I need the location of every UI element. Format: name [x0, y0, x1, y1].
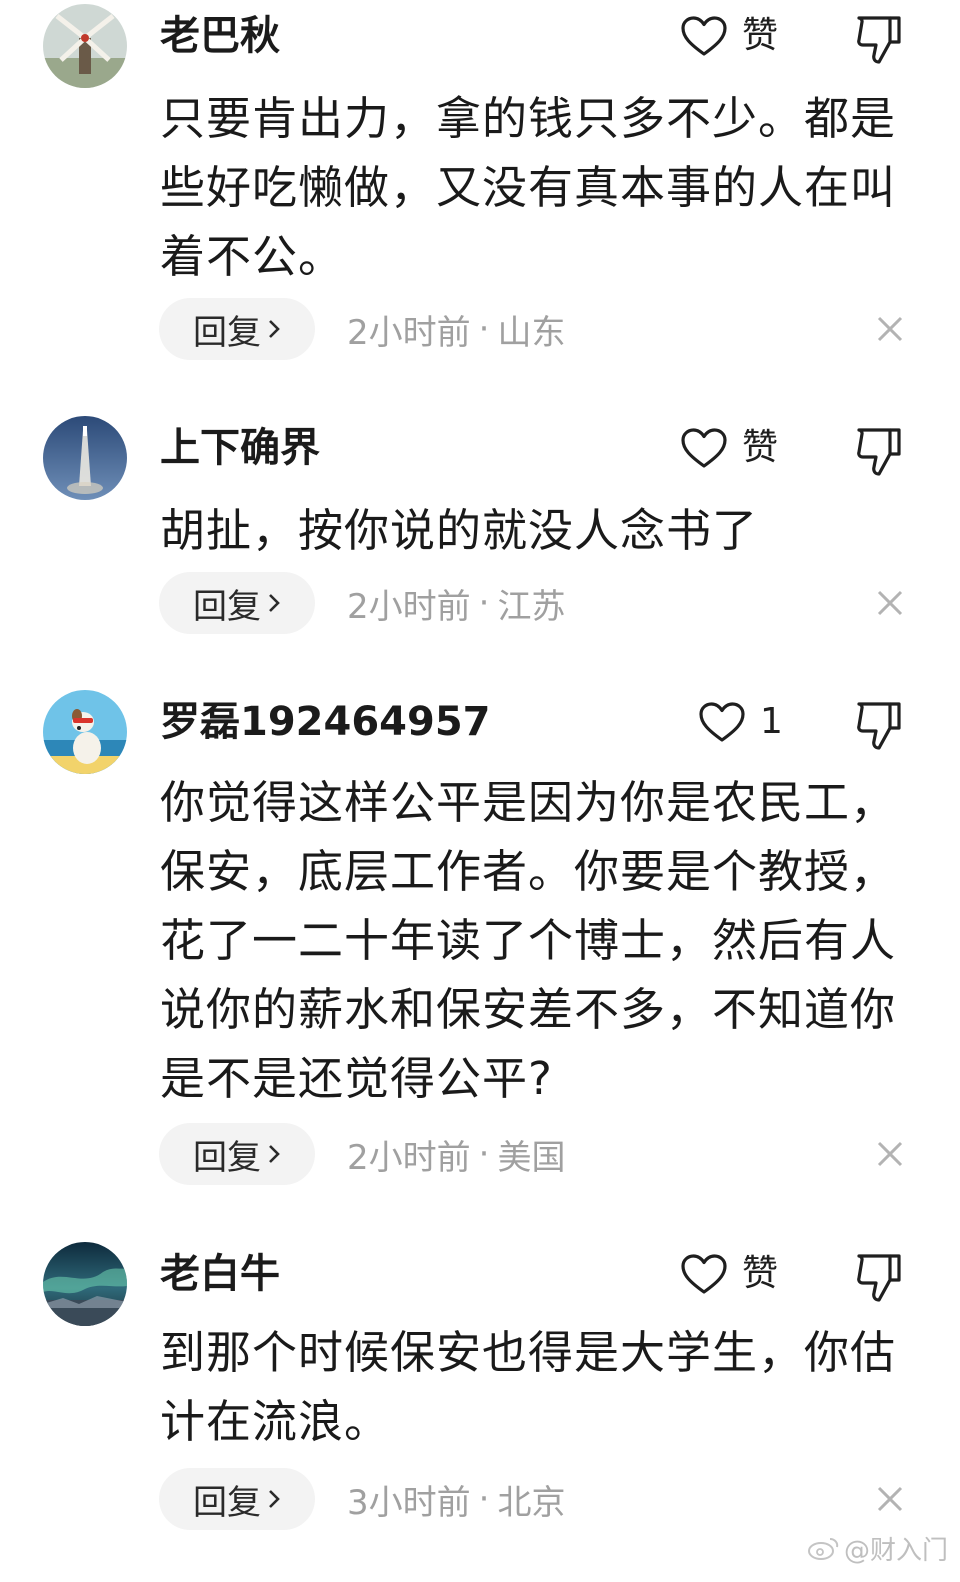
dislike-button[interactable] — [854, 424, 904, 478]
aurora-avatar-image — [43, 1242, 127, 1326]
avatar[interactable] — [43, 1242, 127, 1326]
reply-label: 回复 — [193, 312, 261, 353]
comment-location: 北京 — [497, 1482, 566, 1523]
thumbs-down-icon — [857, 428, 901, 476]
comment-footer: 回复 2小时前 · 山东 — [159, 298, 904, 360]
thumbs-down-icon — [857, 1254, 901, 1302]
chevron-right-icon — [269, 594, 280, 612]
comment-footer: 回复 2小时前 · 江苏 — [159, 572, 904, 634]
dislike-button[interactable] — [854, 698, 904, 752]
thumbs-down-icon — [857, 16, 901, 64]
like-button[interactable]: 1 — [698, 690, 783, 754]
dislike-button[interactable] — [854, 1250, 904, 1304]
comment-text: 胡扯，按你说的就没人念书了 — [160, 504, 759, 557]
meta-separator: · — [478, 309, 490, 349]
username[interactable]: 老巴秋 — [160, 8, 280, 64]
comment-location: 山东 — [497, 312, 566, 353]
comment-item: 老白牛 赞 到那个时候保安也得是大学生，你估计在流浪。 回复 3小时前 · 北京 — [0, 1242, 960, 1542]
username[interactable]: 老白牛 — [160, 1246, 280, 1302]
username[interactable]: 上下确界 — [160, 420, 320, 476]
meta-separator: · — [478, 583, 490, 623]
close-icon[interactable] — [875, 1484, 905, 1514]
dislike-button[interactable] — [854, 12, 904, 66]
chevron-right-icon — [269, 1145, 280, 1163]
meta-separator: · — [478, 1134, 490, 1174]
windmill-avatar-image — [43, 4, 127, 88]
comment-footer: 回复 3小时前 · 北京 — [159, 1468, 904, 1530]
comment-text: 你觉得这样公平是因为你是农民工，保安，底层工作者。你要是个教授，花了一二十年读了… — [160, 776, 897, 1105]
watermark: @财入门 — [808, 1530, 948, 1566]
comment-meta: 2小时前 · 江苏 — [347, 572, 565, 634]
comment-location: 江苏 — [497, 586, 566, 627]
reply-button[interactable]: 回复 — [159, 572, 315, 634]
comment-time: 3小时前 — [347, 1482, 471, 1523]
meta-separator: · — [478, 1479, 490, 1519]
reply-label: 回复 — [193, 586, 261, 627]
heart-outline-icon — [681, 428, 727, 468]
heart-outline-icon — [681, 1254, 727, 1294]
comment-time: 2小时前 — [347, 312, 471, 353]
comment-meta: 3小时前 · 北京 — [347, 1468, 565, 1530]
comment-text: 到那个时候保安也得是大学生，你估计在流浪。 — [160, 1326, 897, 1448]
comment-text: 只要肯出力，拿的钱只多不少。都是些好吃懒做，又没有真本事的人在叫着不公。 — [160, 92, 897, 283]
comment-time: 2小时前 — [347, 586, 471, 627]
like-button[interactable]: 赞 — [680, 1242, 778, 1306]
avatar[interactable] — [43, 416, 127, 500]
close-icon[interactable] — [875, 1139, 905, 1169]
like-count: 赞 — [742, 1253, 779, 1294]
reply-button[interactable]: 回复 — [159, 1123, 315, 1185]
avatar[interactable] — [43, 4, 127, 88]
comment-item: 老巴秋 赞 只要肯出力，拿的钱只多不少。都是些好吃懒做，又没有真本事的人在叫着不… — [0, 4, 960, 384]
comment-meta: 2小时前 · 山东 — [347, 298, 565, 360]
dog-avatar-image — [43, 690, 127, 774]
reply-label: 回复 — [193, 1137, 261, 1178]
rocket-avatar-image — [43, 416, 127, 500]
weibo-logo-icon — [808, 1538, 839, 1560]
comment-footer: 回复 2小时前 · 美国 — [159, 1123, 904, 1185]
thumbs-down-icon — [857, 702, 901, 750]
comment-location: 美国 — [497, 1137, 566, 1178]
close-icon[interactable] — [875, 314, 905, 344]
like-count: 赞 — [742, 427, 779, 468]
username[interactable]: 罗磊192464957 — [160, 694, 491, 750]
comment-meta: 2小时前 · 美国 — [347, 1123, 565, 1185]
comment-time: 2小时前 — [347, 1137, 471, 1178]
reply-button[interactable]: 回复 — [159, 298, 315, 360]
reply-button[interactable]: 回复 — [159, 1468, 315, 1530]
close-icon[interactable] — [875, 588, 905, 618]
heart-outline-icon — [699, 702, 745, 742]
avatar[interactable] — [43, 690, 127, 774]
reply-label: 回复 — [193, 1482, 261, 1523]
like-button[interactable]: 赞 — [680, 4, 778, 68]
chevron-right-icon — [269, 1490, 280, 1508]
like-count: 1 — [760, 701, 783, 742]
comment-item: 罗磊192464957 1 你觉得这样公平是因为你是农民工，保安，底层工作者。你… — [0, 690, 960, 1190]
chevron-right-icon — [269, 320, 280, 338]
comment-item: 上下确界 赞 胡扯，按你说的就没人念书了 回复 2小时前 · 江苏 — [0, 416, 960, 656]
like-count: 赞 — [742, 15, 779, 56]
watermark-text: @财入门 — [844, 1535, 949, 1566]
like-button[interactable]: 赞 — [680, 416, 778, 480]
heart-outline-icon — [681, 16, 727, 56]
